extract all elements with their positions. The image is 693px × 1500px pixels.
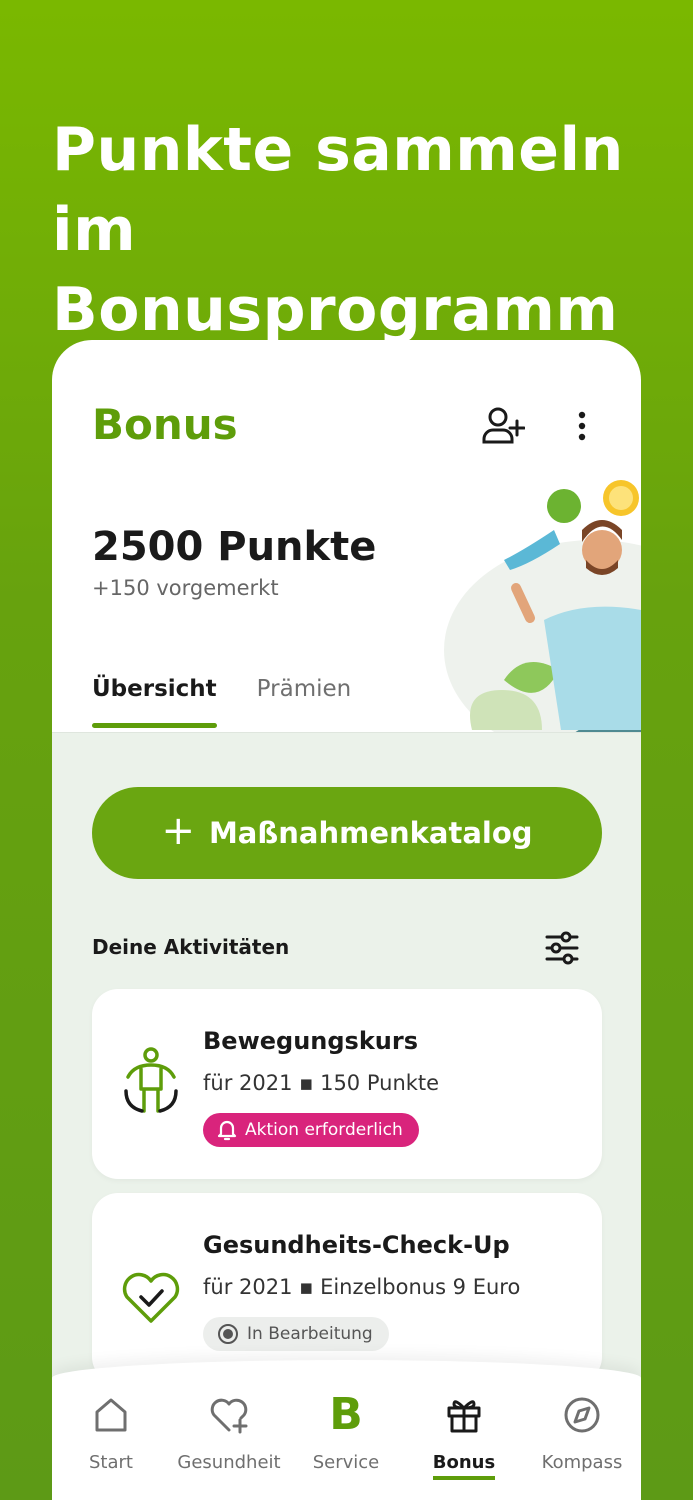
bell-icon <box>217 1120 237 1141</box>
activities-title: Deine Aktivitäten <box>92 935 290 959</box>
exercise-person-icon <box>124 1047 178 1113</box>
activity-year: für 2021 <box>203 1275 293 1299</box>
catalog-button-label: Maßnahmenkatalog <box>208 816 533 850</box>
heart-check-icon <box>122 1272 180 1323</box>
activity-card-check-up[interactable]: Gesundheits-Check-Up für 2021 ▪ Einzelbo… <box>92 1193 602 1383</box>
compass-icon <box>562 1394 602 1436</box>
page-title: Bonus <box>92 400 238 449</box>
heart-plus-icon <box>209 1394 249 1436</box>
promo-headline: Punkte sammeln im Bonusprogramm <box>52 115 624 345</box>
catalog-button[interactable]: + Maßnahmenkatalog <box>92 787 602 879</box>
plus-icon: + <box>161 808 195 854</box>
activity-detail: 150 Punkte <box>320 1071 440 1095</box>
home-icon <box>91 1394 131 1436</box>
activity-title: Gesundheits-Check-Up <box>203 1231 510 1259</box>
nav-gesundheit[interactable]: Gesundheit <box>170 1394 288 1473</box>
nav-label: Gesundheit <box>177 1452 281 1473</box>
nav-label: Kompass <box>541 1452 623 1473</box>
app-screen: Bonus 2500 Punkte +150 vorgemerkt Übersi… <box>52 340 641 1500</box>
points-pending: +150 vorgemerkt <box>92 576 279 600</box>
status-badge: Aktion erforderlich <box>203 1113 419 1147</box>
tab-bar: Übersicht Prämien <box>92 676 352 728</box>
activity-title: Bewegungskurs <box>203 1027 419 1055</box>
points-total: 2500 Punkte <box>92 524 377 570</box>
in-progress-icon <box>218 1324 238 1344</box>
separator-icon: ▪ <box>299 1275 314 1299</box>
nav-bonus[interactable]: Bonus <box>405 1394 523 1480</box>
activity-card-bewegungskurs[interactable]: Bewegungskurs für 2021 ▪ 150 Punkte Akti… <box>92 989 602 1179</box>
nav-label: Start <box>89 1452 133 1473</box>
nav-kompass[interactable]: Kompass <box>523 1394 641 1473</box>
activity-subtitle: für 2021 ▪ Einzelbonus 9 Euro <box>203 1275 520 1299</box>
tab-rewards[interactable]: Prämien <box>257 676 352 722</box>
separator-icon: ▪ <box>299 1071 314 1095</box>
service-b-icon: B <box>329 1389 363 1440</box>
status-badge-label: In Bearbeitung <box>247 1324 373 1344</box>
activity-year: für 2021 <box>203 1071 293 1095</box>
nav-label: Bonus <box>432 1452 496 1480</box>
status-badge-label: Aktion erforderlich <box>245 1120 403 1140</box>
tab-overview[interactable]: Übersicht <box>92 676 217 728</box>
status-badge: In Bearbeitung <box>203 1317 389 1351</box>
activity-detail: Einzelbonus 9 Euro <box>320 1275 521 1299</box>
more-vertical-icon[interactable] <box>568 406 596 446</box>
nav-label: Service <box>312 1452 380 1473</box>
bottom-navigation: Start Gesundheit B Service Bonus Kompass <box>52 1360 641 1500</box>
person-add-icon[interactable] <box>480 406 526 446</box>
activity-subtitle: für 2021 ▪ 150 Punkte <box>203 1071 439 1095</box>
filter-sliders-icon[interactable] <box>542 929 582 967</box>
gift-icon <box>444 1394 484 1436</box>
bonus-illustration <box>444 480 641 760</box>
nav-service[interactable]: B Service <box>287 1389 405 1474</box>
nav-start[interactable]: Start <box>52 1394 170 1473</box>
